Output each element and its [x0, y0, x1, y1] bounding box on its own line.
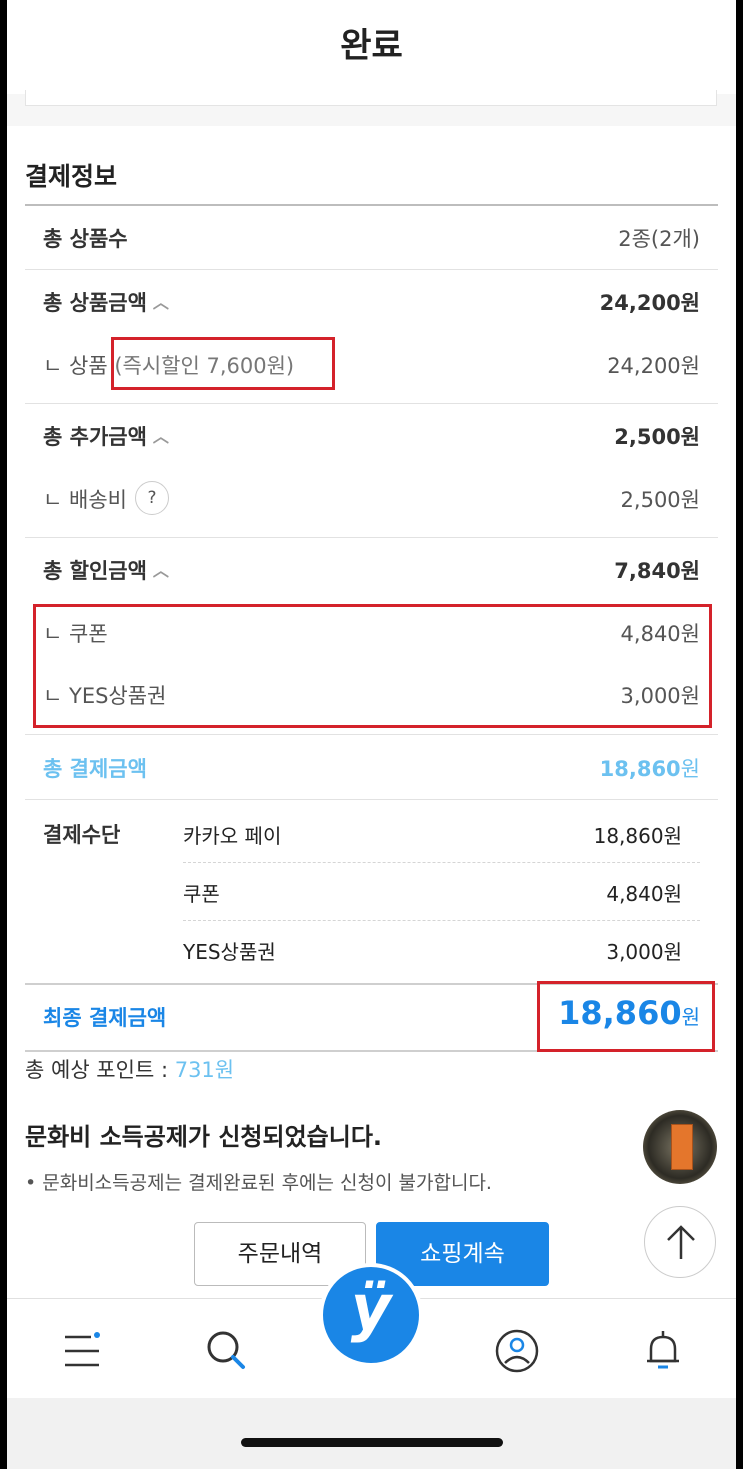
- payment-method-name: 카카오 페이: [183, 824, 282, 848]
- payment-method-name: YES상품권: [183, 940, 276, 964]
- total-payment-row: 총 결제금액 18,860원: [25, 747, 718, 787]
- help-icon[interactable]: ?: [134, 481, 169, 515]
- total-items-row: 총 상품수 2종(2개): [25, 217, 718, 257]
- payment-method-name: 쿠폰: [183, 882, 220, 906]
- final-payment-label: 최종 결제금액: [43, 1006, 167, 1030]
- menu-icon[interactable]: [61, 1327, 109, 1375]
- yes24-logo-icon: ÿ: [350, 1271, 392, 1344]
- notice-title: 문화비 소득공제가 신청되었습니다.: [25, 1123, 383, 1151]
- page-title: 완료: [340, 26, 403, 66]
- total-payment-value: 18,860: [599, 757, 681, 781]
- expected-points-value: 731원: [174, 1058, 235, 1082]
- payment-method-item: YES상품권 3,000원: [183, 930, 700, 970]
- chevron-up-icon[interactable]: ︿: [153, 423, 169, 447]
- dotted-divider: [183, 920, 700, 921]
- row-divider: [25, 799, 718, 800]
- home-indicator-area: [7, 1398, 736, 1469]
- payment-method-value: 18,860원: [593, 824, 682, 848]
- payment-method-value: 4,840원: [606, 882, 682, 906]
- total-product-amount-label: 총 상품금액: [43, 291, 147, 315]
- row-divider: [25, 403, 718, 404]
- total-items-label: 총 상품수: [43, 227, 128, 251]
- payment-method-value: 3,000원: [606, 940, 682, 964]
- section-title: 결제정보: [25, 162, 118, 191]
- total-extra-amount-value: 2,500원: [614, 425, 700, 449]
- yes24-home-button[interactable]: ÿ: [319, 1263, 423, 1367]
- highlight-box: [33, 604, 712, 728]
- product-sub-label: ㄴ 상품: [43, 354, 108, 378]
- dotted-divider: [183, 862, 700, 863]
- total-items-value: 2종(2개): [618, 227, 700, 251]
- top-header: 완료: [7, 0, 736, 94]
- chevron-up-icon[interactable]: ︿: [153, 557, 169, 581]
- search-icon[interactable]: [203, 1327, 251, 1375]
- section-divider: [25, 204, 718, 206]
- product-sub-value: 24,200원: [607, 354, 700, 378]
- total-product-amount-value: 24,200원: [599, 291, 700, 315]
- payment-method-item: 쿠폰 4,840원: [183, 872, 700, 912]
- home-indicator[interactable]: [241, 1438, 503, 1447]
- total-extra-amount-label: 총 추가금액: [43, 425, 147, 449]
- shipping-sub-value: 2,500원: [620, 488, 700, 512]
- total-extra-amount-row[interactable]: 총 추가금액 ︿ 2,500원: [25, 415, 718, 455]
- row-divider: [25, 734, 718, 735]
- book-cover-image: [671, 1124, 693, 1170]
- app-screen: 완료 결제정보 총 상품수 2종(2개) 총 상품금액 ︿ 24,200원 ㄴ 상…: [7, 0, 736, 1469]
- book-thumbnail[interactable]: [643, 1110, 717, 1184]
- shipping-sub-row: ㄴ 배송비? 2,500원: [25, 478, 718, 518]
- highlight-box: [111, 337, 335, 390]
- total-discount-row[interactable]: 총 할인금액 ︿ 7,840원: [25, 549, 718, 589]
- previous-card-edge: [25, 90, 717, 106]
- highlight-box: [537, 981, 715, 1052]
- total-product-amount-row[interactable]: 총 상품금액 ︿ 24,200원: [25, 281, 718, 321]
- expected-points-label: 총 예상 포인트 :: [25, 1058, 175, 1082]
- expected-points: 총 예상 포인트 : 731원: [25, 1054, 234, 1084]
- scroll-to-top-button[interactable]: [644, 1206, 716, 1278]
- bottom-tab-bar: ÿ: [7, 1263, 736, 1398]
- row-divider: [25, 537, 718, 538]
- payment-method-label: 결제수단: [43, 823, 121, 847]
- total-payment-label: 총 결제금액: [43, 757, 147, 781]
- payment-method-item: 카카오 페이 18,860원: [183, 814, 700, 854]
- chevron-up-icon[interactable]: ︿: [153, 289, 169, 313]
- arrow-up-icon: [667, 1225, 695, 1259]
- row-divider: [25, 269, 718, 270]
- notice-text: • 문화비소득공제는 결제완료된 후에는 신청이 불가합니다.: [25, 1172, 492, 1194]
- total-discount-label: 총 할인금액: [43, 559, 147, 583]
- bell-icon[interactable]: [639, 1327, 687, 1375]
- my-page-icon[interactable]: [493, 1327, 541, 1375]
- total-payment-unit: 원: [680, 757, 700, 781]
- total-discount-value: 7,840원: [614, 559, 700, 583]
- shipping-sub-label: ㄴ 배송비: [43, 488, 127, 512]
